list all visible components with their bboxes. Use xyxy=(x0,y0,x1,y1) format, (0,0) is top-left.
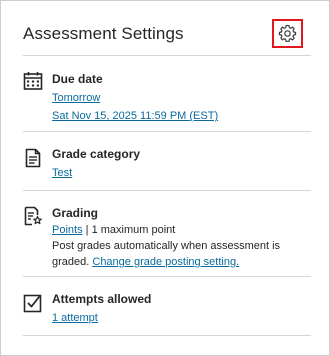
grading-schema-link[interactable]: Points xyxy=(52,224,83,236)
header-divider xyxy=(23,55,311,56)
grading-separator: | xyxy=(85,224,89,236)
attempts-label: Attempts allowed xyxy=(52,292,152,306)
grading-body: Grading Points | 1 maximum point Post gr… xyxy=(52,205,311,270)
grade-category-body: Grade category Test xyxy=(52,146,311,181)
grade-category-link[interactable]: Test xyxy=(52,167,72,179)
attempts-link[interactable]: 1 attempt xyxy=(52,312,98,324)
due-date-section: Due date Tomorrow Sat Nov 15, 2025 11:59… xyxy=(23,71,311,123)
due-date-relative-link[interactable]: Tomorrow xyxy=(52,92,100,104)
due-date-body: Due date Tomorrow Sat Nov 15, 2025 11:59… xyxy=(52,71,311,124)
panel-title: Assessment Settings xyxy=(23,24,184,43)
grade-category-label: Grade category xyxy=(52,147,141,161)
settings-button[interactable] xyxy=(272,19,303,48)
grading-schema-line: Points | 1 maximum point xyxy=(52,222,311,238)
gear-icon xyxy=(278,24,297,42)
attempts-body: Attempts allowed 1 attempt xyxy=(52,291,311,326)
grading-star-icon xyxy=(24,206,42,226)
grading-posting-line: Post grades automatically when assessmen… xyxy=(52,238,311,270)
divider xyxy=(23,276,311,277)
checkbox-icon xyxy=(23,294,42,313)
grading-max-points: 1 maximum point xyxy=(91,224,176,236)
divider xyxy=(23,335,311,336)
panel-header: Assessment Settings xyxy=(23,19,329,51)
grading-section: Grading Points | 1 maximum point Post gr… xyxy=(23,205,311,270)
divider xyxy=(23,190,311,191)
due-date-label: Due date xyxy=(52,72,103,86)
due-date-datetime-link[interactable]: Sat Nov 15, 2025 11:59 PM (EST) xyxy=(52,110,218,122)
grade-category-section: Grade category Test xyxy=(23,146,311,182)
attempts-section: Attempts allowed 1 attempt xyxy=(23,291,311,327)
document-icon xyxy=(25,148,41,168)
calendar-icon xyxy=(23,72,43,90)
divider xyxy=(23,131,311,132)
change-posting-link[interactable]: Change grade posting setting. xyxy=(92,256,239,268)
grading-label: Grading xyxy=(52,206,99,220)
assessment-settings-panel: Assessment Settings Due date Tomorrow Sa… xyxy=(0,0,330,356)
